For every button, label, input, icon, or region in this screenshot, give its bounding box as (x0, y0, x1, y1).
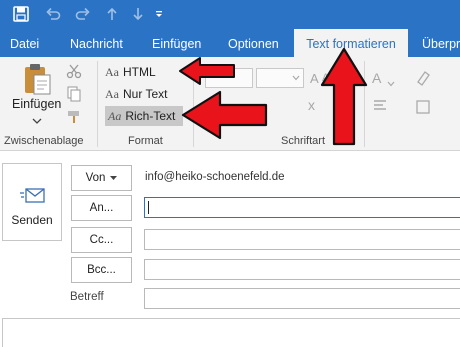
subject-label: Betreff (70, 291, 104, 303)
copy-icon[interactable] (66, 86, 82, 102)
cc-field[interactable] (144, 229, 460, 250)
redo-icon[interactable] (72, 4, 94, 24)
group-divider (97, 61, 98, 147)
paste-icon[interactable] (22, 62, 52, 96)
send-label: Senden (11, 213, 53, 227)
font-group-label: Schriftart (281, 135, 326, 147)
format-html-label: HTML (123, 65, 156, 79)
cc-button[interactable]: Cc... (71, 227, 132, 253)
to-button[interactable]: An... (71, 195, 132, 221)
undo-icon[interactable] (42, 4, 64, 24)
annotation-arrow-html (179, 57, 235, 85)
font-glyph-icon: Aa (105, 87, 119, 101)
format-painter-icon[interactable] (66, 109, 82, 125)
ribbon-tab-bar: Datei Nachricht Einfügen Optionen Text f… (0, 29, 460, 57)
annotation-arrow-format-tab (320, 47, 368, 146)
format-html-option[interactable]: Aa HTML (105, 62, 185, 82)
arrow-down-icon[interactable] (128, 4, 148, 24)
bcc-field[interactable] (144, 259, 460, 280)
paste-button-label[interactable]: Einfügen (12, 97, 61, 111)
scissors-icon[interactable] (66, 63, 82, 79)
tab-optionen[interactable]: Optionen (228, 29, 279, 57)
annotation-arrow-rich-text (181, 90, 268, 140)
clipboard-group-label: Zwischenablage (4, 135, 84, 147)
clear-format-icon[interactable]: x (308, 97, 315, 113)
tab-ueberpruefen[interactable]: Überpr (422, 29, 460, 57)
format-group-label: Format (128, 135, 163, 147)
save-icon[interactable] (10, 4, 32, 24)
chevron-down-icon[interactable] (32, 114, 42, 124)
customize-chevron-icon[interactable] (150, 4, 168, 24)
styles-icon[interactable] (414, 98, 432, 116)
format-plain-text-label: Nur Text (123, 87, 168, 101)
format-plain-text-option[interactable]: Aa Nur Text (105, 84, 185, 104)
from-button-label: Von (85, 172, 106, 184)
to-field[interactable] (144, 197, 460, 218)
grow-font-icon[interactable]: A (310, 71, 319, 86)
paragraph-icon[interactable] (372, 98, 388, 114)
text-cursor (148, 201, 149, 214)
send-button[interactable]: Senden (2, 163, 62, 241)
subject-field[interactable] (144, 288, 460, 309)
text-effects-icon[interactable]: A (372, 70, 381, 86)
font-glyph-icon: Aa (108, 109, 122, 123)
from-address: info@heiko-schoenefeld.de (145, 171, 285, 183)
tab-nachricht[interactable]: Nachricht (70, 29, 123, 57)
chevron-down-icon (110, 175, 118, 180)
highlighter-icon[interactable] (414, 69, 432, 87)
tab-einfuegen[interactable]: Einfügen (152, 29, 201, 57)
font-size-combo[interactable] (256, 68, 304, 88)
chevron-down-icon[interactable] (387, 76, 395, 87)
format-rich-text-label: Rich-Text (125, 109, 176, 123)
tab-datei[interactable]: Datei (10, 29, 39, 57)
arrow-up-icon[interactable] (102, 4, 122, 24)
message-body[interactable] (2, 318, 460, 347)
font-glyph-icon: Aa (105, 65, 119, 79)
title-bar (0, 0, 460, 29)
from-button[interactable]: Von (71, 165, 132, 191)
format-rich-text-option[interactable]: Aa Rich-Text (105, 106, 183, 126)
bcc-button[interactable]: Bcc... (71, 257, 132, 283)
send-envelope-icon (20, 188, 45, 203)
